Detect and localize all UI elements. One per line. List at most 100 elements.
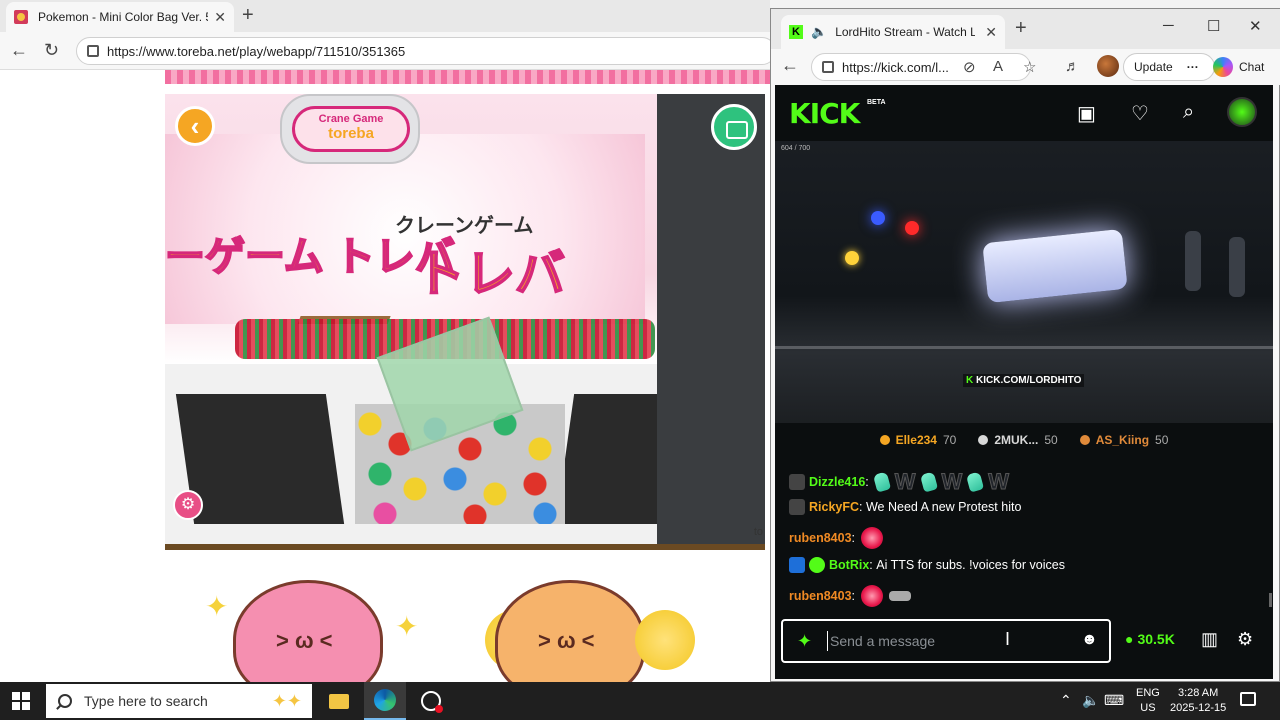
tab-toreba[interactable]: Pokemon - Mini Color Bag Ver. 5... ✕	[6, 2, 234, 32]
windows-start-icon[interactable]	[12, 692, 30, 710]
update-button[interactable]: Update ···	[1123, 53, 1215, 81]
wave-emote-icon	[872, 471, 891, 493]
chat-text: We Need A new Protest hito	[865, 500, 1022, 514]
game-side-label: to	[753, 526, 763, 538]
gifter-item[interactable]: AS_Kiing 50	[1079, 433, 1169, 447]
edge-icon	[374, 689, 396, 711]
search-icon[interactable]: ⌕	[1183, 101, 1194, 124]
maximize-icon[interactable]: ☐	[1207, 17, 1220, 35]
speaker-icon[interactable]: 🔈	[811, 24, 827, 40]
game-sign: ーゲーム トレバ クレーンゲーム トレバ	[165, 134, 645, 324]
tab-kick[interactable]: K 🔈 LordHito Stream - Watch Live ✕	[781, 15, 1005, 49]
police-light	[905, 221, 919, 235]
minimize-icon[interactable]: ─	[1163, 17, 1174, 34]
url-field[interactable]: https://www.toreba.net/play/webapp/71151…	[76, 37, 776, 65]
police-light	[871, 211, 885, 225]
new-tab-button[interactable]: +	[1015, 17, 1027, 40]
wave-emote-icon	[966, 471, 985, 493]
gifter-name: AS_Kiing	[1095, 433, 1150, 447]
chat-text: Ai TTS for subs. !voices for voices	[876, 558, 1065, 572]
game-settings-button[interactable]: ⚙	[173, 490, 203, 520]
back-arrow-icon[interactable]: ←	[781, 55, 799, 76]
file-explorer-app[interactable]	[318, 682, 360, 720]
extensions-icon[interactable]: ♬	[1065, 58, 1080, 75]
fire-emote-icon	[861, 585, 884, 607]
search-icon	[58, 694, 72, 708]
emoji-icon[interactable]: ☻	[1081, 631, 1098, 649]
chat-settings-icon[interactable]: ⚙	[1237, 629, 1253, 650]
store-icon[interactable]: ▥	[1201, 629, 1218, 650]
pink-header-bar	[165, 70, 770, 84]
edge-app[interactable]	[364, 682, 406, 720]
more-options-icon[interactable]: ···	[1187, 60, 1199, 74]
profile-avatar[interactable]	[1097, 55, 1119, 77]
viewer-count[interactable]: ● 30.5K	[1125, 631, 1175, 647]
back-arrow-icon[interactable]: ←	[10, 40, 28, 61]
heart-icon[interactable]: ♡	[1131, 101, 1149, 126]
gifter-value: 50	[1155, 433, 1169, 447]
crane-claw: Crane Game toreba	[280, 94, 420, 164]
w-emote-icon: W	[988, 469, 1010, 495]
url-text: https://www.toreba.net/play/webapp/71151…	[107, 43, 406, 59]
street-light	[845, 251, 859, 265]
cat-banner: ✦ ✦ > ω < > ω <	[165, 550, 765, 682]
read-aloud-icon[interactable]: A	[993, 58, 1003, 75]
favorite-star-icon[interactable]: ☆	[1023, 58, 1036, 76]
gifter-name: Elle234	[895, 433, 937, 447]
left-tab-strip: Pokemon - Mini Color Bag Ver. 5... ✕ +	[0, 0, 770, 32]
claw-logo: Crane Game toreba	[292, 106, 410, 152]
recorder-app[interactable]	[410, 682, 452, 720]
viewer-count-text: 30.5K	[1137, 631, 1175, 647]
chat-message-input[interactable]	[827, 631, 1067, 651]
copilot-chat-button[interactable]: Chat	[1213, 57, 1264, 77]
user-avatar[interactable]	[1227, 97, 1257, 127]
taskbar-search[interactable]: Type here to search ✦✦	[46, 684, 312, 718]
site-info-icon[interactable]	[822, 61, 834, 73]
tracking-prevention-icon[interactable]: ⊘	[963, 58, 976, 76]
game-back-button[interactable]: ‹	[175, 106, 215, 146]
input-language[interactable]: ENG US	[1136, 686, 1160, 716]
gifter-item[interactable]: 2MUK... 50	[978, 433, 1058, 447]
claw-logo-bottom: toreba	[328, 125, 374, 142]
stream-video[interactable]: 604 / 700 K KICK.COM/LORDHITO	[775, 141, 1273, 423]
taskbar-clock[interactable]: 3:28 AM 2025-12-15	[1170, 686, 1226, 716]
chat-username[interactable]: ruben8403	[789, 531, 852, 545]
w-emote-icon: W	[894, 469, 916, 495]
chat-username[interactable]: ruben8403	[789, 589, 852, 603]
close-window-icon[interactable]: ✕	[1249, 17, 1262, 35]
copilot-icon	[1213, 57, 1233, 77]
officer-figure	[1229, 237, 1245, 297]
new-tab-button[interactable]: +	[242, 4, 254, 27]
chat-messages: Dizzle416: W W W RickyFC: We Need A new …	[775, 461, 1273, 611]
sign-big-text: トレバ	[414, 245, 566, 303]
kick-beta-badge: BETA	[867, 99, 886, 106]
notification-icon[interactable]	[1240, 692, 1256, 706]
wave-emote-icon	[919, 471, 938, 493]
chat-label: Chat	[1239, 60, 1265, 74]
chat-username[interactable]: RickyFC	[809, 500, 859, 514]
stream-watermark: K KICK.COM/LORDHITO	[963, 374, 1085, 387]
camera-switch-button[interactable]	[711, 104, 757, 150]
chevron-up-icon[interactable]: ⌃	[1060, 692, 1072, 709]
tab-title: LordHito Stream - Watch Live	[835, 25, 976, 39]
site-info-icon[interactable]	[87, 45, 99, 57]
chat-username[interactable]: Dizzle416	[809, 475, 865, 489]
volume-icon[interactable]: 🔈	[1082, 692, 1099, 709]
gifter-item[interactable]: Elle234 70	[879, 433, 956, 447]
orange-cat-illustration: > ω <	[495, 580, 645, 682]
close-tab-icon[interactable]: ✕	[214, 9, 226, 26]
machine-side-wall	[657, 94, 765, 544]
claw-arm	[297, 284, 403, 324]
reload-icon[interactable]: ↻	[44, 40, 59, 61]
chat-message: RickyFC: We Need A new Protest hito	[789, 499, 1021, 515]
following-icon[interactable]: ▣	[1077, 101, 1096, 126]
chat-message: ruben8403:	[789, 585, 912, 607]
close-tab-icon[interactable]: ✕	[985, 24, 997, 41]
chat-username[interactable]: BotRix	[829, 558, 869, 572]
url-text: https://kick.com/l...	[842, 59, 949, 75]
kick-logo[interactable]: KICK	[789, 97, 860, 130]
pink-cat-illustration: > ω <	[233, 580, 383, 682]
chat-scrollbar[interactable]	[1269, 593, 1272, 607]
sparkle-icon[interactable]: ✦	[797, 631, 812, 652]
keyboard-icon[interactable]: ⌨	[1104, 692, 1124, 709]
